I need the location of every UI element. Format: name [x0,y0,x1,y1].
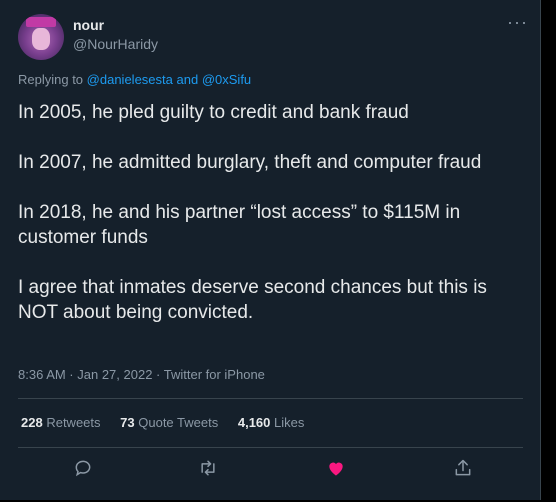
divider [18,398,523,399]
likes-count: 4,160 [237,415,271,430]
replying-to: Replying to @danielesesta and @0xSifu [18,72,251,87]
quotes-count: 73 [120,415,135,430]
replying-to-label: Replying to [18,72,84,87]
author-name[interactable]: nour [73,17,104,33]
likes-label: Likes [274,415,305,430]
retweets-count: 228 [21,415,43,430]
tweet-paragraph: In 2007, he admitted burglary, theft and… [18,152,482,173]
tweet-paragraph: In 2018, he and his partner “lost access… [18,202,461,248]
reply-icon[interactable] [71,456,95,480]
avatar-hat [26,17,56,27]
avatar-face [32,28,50,50]
heart-icon[interactable] [324,456,348,480]
scrollbar-track[interactable] [541,0,556,502]
reply-user-link[interactable]: @danielesesta [87,72,173,87]
share-icon[interactable] [451,456,475,480]
quotes-label: Quote Tweets [138,415,219,430]
more-icon[interactable]: ··· [507,12,528,33]
tweet-stats: 228 Retweets 73 Quote Tweets 4,160 Likes [21,415,320,430]
divider [18,447,523,448]
author-handle[interactable]: @NourHaridy [73,36,158,52]
retweets-stat[interactable]: 228 Retweets [21,415,101,430]
retweets-label: Retweets [46,415,101,430]
reply-user-link[interactable]: @0xSifu [202,72,251,87]
reply-conjunction: and [176,72,199,87]
retweet-icon[interactable] [196,456,220,480]
tweet-paragraph: I agree that inmates deserve second chan… [18,277,487,323]
quotes-stat[interactable]: 73 Quote Tweets [120,415,218,430]
tweet-paragraph: In 2005, he pled guilty to credit and ba… [18,102,409,123]
tweet-text: In 2005, he pled guilty to credit and ba… [18,100,528,350]
likes-stat[interactable]: 4,160 Likes [238,415,305,430]
tweet-timestamp[interactable]: 8:36 AM · Jan 27, 2022 · Twitter for iPh… [18,367,265,382]
avatar[interactable] [18,14,64,60]
tweet-actions [18,456,523,480]
tweet-card: nour @NourHaridy ··· Replying to @daniel… [0,0,541,500]
